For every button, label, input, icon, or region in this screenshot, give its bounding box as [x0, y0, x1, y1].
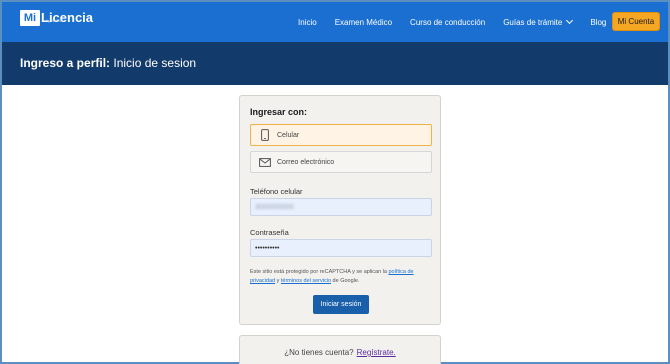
- recaptcha-text-pre: Este sitio está protegido por reCAPTCHA …: [250, 269, 389, 275]
- logo-subtitle: by SURA: [46, 18, 63, 23]
- login-option-correo-label: Correo electrónico: [277, 158, 335, 166]
- nav-curso-conduccion[interactable]: Curso de conducción: [410, 18, 485, 27]
- login-card: Ingresar con: Celular Correo electrónico…: [239, 95, 441, 325]
- phone-label: Teléfono celular: [250, 187, 303, 196]
- nav-blog[interactable]: Blog: [590, 18, 606, 27]
- password-value: ••••••••••: [255, 244, 280, 252]
- signup-card: ¿No tienes cuenta? Regístrate.: [239, 335, 441, 364]
- mail-icon: [257, 157, 273, 167]
- recaptcha-notice: Este sitio está protegido por reCAPTCHA …: [250, 268, 434, 286]
- recaptcha-text-post: de Google.: [331, 278, 360, 284]
- page-header: Ingreso a perfil: Inicio de sesion: [2, 42, 668, 85]
- terms-of-service-link[interactable]: términos del servicio: [281, 278, 331, 284]
- nav-guias-tramite[interactable]: Guías de trámite: [503, 16, 574, 27]
- password-input[interactable]: ••••••••••: [250, 239, 432, 257]
- page-title: Ingreso a perfil: Inicio de sesion: [20, 56, 196, 70]
- page-title-bold: Ingreso a perfil:: [20, 56, 111, 70]
- nav-examen-medico[interactable]: Examen Médico: [335, 18, 392, 27]
- chevron-down-icon: [566, 16, 574, 25]
- main-nav: Inicio Examen Médico Curso de conducción…: [298, 2, 624, 42]
- login-option-celular-label: Celular: [277, 131, 300, 139]
- login-option-correo[interactable]: Correo electrónico: [250, 151, 432, 173]
- nav-guias-label: Guías de trámite: [503, 17, 563, 27]
- nav-inicio[interactable]: Inicio: [298, 18, 317, 27]
- mi-cuenta-button[interactable]: Mi Cuenta: [612, 12, 660, 31]
- page-title-rest: Inicio de sesion: [110, 56, 197, 70]
- phone-icon: [257, 129, 273, 141]
- phone-value: 3000000000: [255, 203, 294, 211]
- signup-link[interactable]: Regístrate.: [357, 348, 396, 364]
- password-label: Contraseña: [250, 228, 289, 237]
- login-submit-button[interactable]: Iniciar sesión: [313, 295, 369, 314]
- login-heading: Ingresar con:: [250, 107, 308, 117]
- phone-input[interactable]: 3000000000: [250, 198, 432, 216]
- login-option-celular[interactable]: Celular: [250, 124, 432, 146]
- top-navigation-bar: Mi Licencia by SURA Inicio Examen Médico…: [2, 2, 668, 42]
- signup-question: ¿No tienes cuenta?: [284, 348, 354, 357]
- logo-mark: Mi: [20, 10, 40, 26]
